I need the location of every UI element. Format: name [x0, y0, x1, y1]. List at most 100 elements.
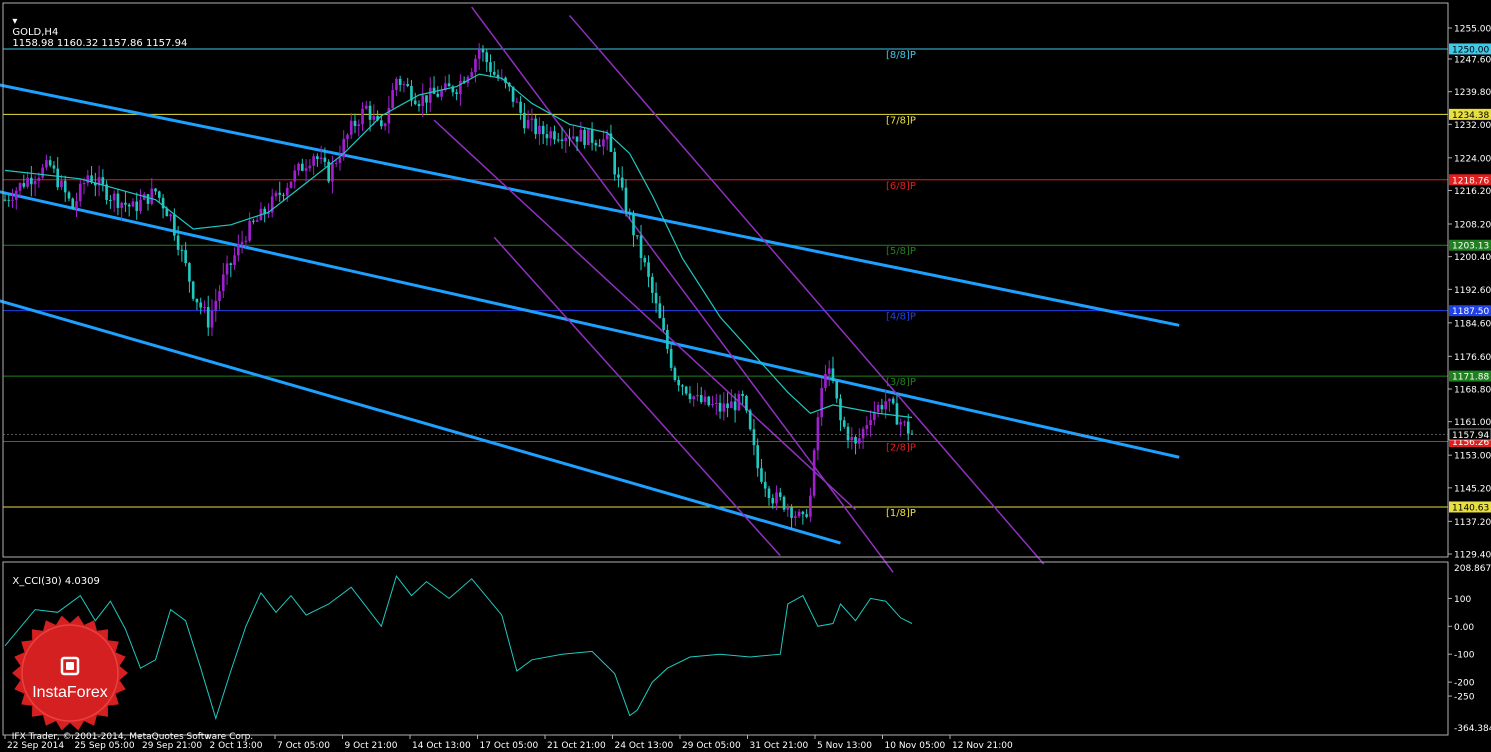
candle-body [380, 120, 383, 127]
candle-body [368, 105, 372, 120]
candle-body [282, 194, 285, 196]
candle-body [797, 511, 801, 517]
candle-body [553, 131, 556, 140]
level-label: [5/8]P [886, 246, 916, 257]
candle-body [357, 124, 361, 127]
candle-body [827, 368, 831, 374]
candle-body [101, 177, 105, 185]
x-tick-label: 25 Sep 05:00 [75, 741, 135, 751]
x-tick-label: 2 Oct 13:00 [210, 741, 263, 751]
candle-body [395, 78, 398, 90]
candle-body [707, 396, 711, 406]
candle-body [338, 157, 342, 163]
candle-body [214, 300, 218, 311]
candle-body [824, 373, 827, 388]
candle-body [109, 199, 112, 201]
candle-body [237, 244, 240, 256]
level-price-label: 1218.76 [1452, 176, 1489, 186]
candle-body [628, 212, 632, 215]
candle-body [538, 125, 541, 135]
candle-body [692, 396, 696, 400]
candle-body [526, 119, 530, 129]
candle-body [786, 507, 790, 510]
cci-tick-label: -100 [1454, 651, 1475, 661]
candle-body [127, 204, 131, 207]
candle-body [888, 398, 891, 402]
candle-body [891, 398, 895, 404]
candle-body [157, 191, 161, 198]
candle-body [654, 292, 658, 304]
y-tick-label: 1161.00 [1454, 418, 1491, 428]
candle-body [809, 495, 812, 517]
candle-body [278, 192, 282, 195]
candle-body [334, 162, 338, 164]
candle-body [545, 134, 549, 139]
candle-body [617, 174, 620, 178]
y-tick-label: 1176.60 [1454, 353, 1491, 363]
menu-arrow-icon[interactable]: ▾ [12, 16, 17, 27]
candle-body [86, 175, 90, 184]
candle-body [11, 199, 14, 201]
level-label: [4/8]P [886, 312, 916, 323]
x-tick-label: 7 Oct 05:00 [277, 741, 330, 751]
candle-body [48, 160, 52, 166]
candle-body [154, 188, 157, 192]
y-tick-label: 1192.60 [1454, 286, 1491, 296]
candle-body [899, 422, 903, 425]
candle-body [71, 198, 75, 209]
y-tick-label: 1255.00 [1454, 25, 1491, 35]
candle-body [52, 165, 56, 169]
level-price-label: 1234.38 [1452, 111, 1489, 121]
candle-body [605, 133, 609, 140]
candle-body [842, 420, 846, 427]
candle-body [176, 235, 180, 250]
x-tick-label: 29 Sep 21:00 [142, 741, 202, 751]
level-price-label: 1187.50 [1452, 307, 1489, 317]
level-price-label: 1250.00 [1452, 45, 1489, 55]
cci-tick-label: 100 [1454, 595, 1471, 605]
candle-body [812, 450, 816, 496]
candle-body [425, 95, 428, 103]
candle-body [564, 137, 568, 142]
candle-body [41, 167, 44, 178]
candle-body [206, 307, 210, 328]
candle-body [402, 84, 406, 86]
candle-body [662, 318, 665, 330]
y-tick-label: 1247.60 [1454, 55, 1491, 65]
candle-body [583, 130, 586, 145]
candle-body [782, 496, 786, 510]
candle-body [180, 249, 184, 251]
level-label: [8/8]P [886, 50, 916, 61]
candle-body [3, 199, 7, 201]
copyright-text: IFX Trader, © 2001-2014, MetaQuotes Soft… [11, 732, 254, 742]
candle-body [112, 193, 116, 201]
candle-body [688, 393, 692, 400]
candle-body [635, 235, 639, 237]
level-label: [6/8]P [886, 181, 916, 192]
candle-body [481, 49, 485, 53]
candle-body [775, 492, 778, 504]
candle-body [714, 402, 718, 405]
candle-body [7, 199, 11, 201]
y-tick-label: 1184.60 [1454, 319, 1491, 329]
candle-body [398, 78, 402, 85]
candle-body [18, 183, 22, 191]
candle-body [515, 101, 519, 103]
candle-body [624, 187, 628, 213]
y-tick-label: 1224.00 [1454, 154, 1491, 164]
candle-body [199, 302, 203, 308]
candle-body [372, 115, 376, 120]
cci-min-label: -364.3846 [1454, 724, 1491, 734]
candle-body [169, 214, 172, 217]
candle-body [274, 192, 278, 197]
candle-body [349, 120, 353, 135]
x-tick-label: 22 Sep 2014 [7, 741, 64, 751]
x-tick-label: 10 Nov 05:00 [885, 741, 946, 751]
candle-body [221, 274, 225, 292]
candle-body [801, 511, 805, 515]
candle-body [771, 498, 775, 504]
candle-body [492, 71, 496, 75]
candle-body [63, 180, 67, 193]
candle-body [120, 202, 123, 208]
candle-body [233, 255, 236, 265]
